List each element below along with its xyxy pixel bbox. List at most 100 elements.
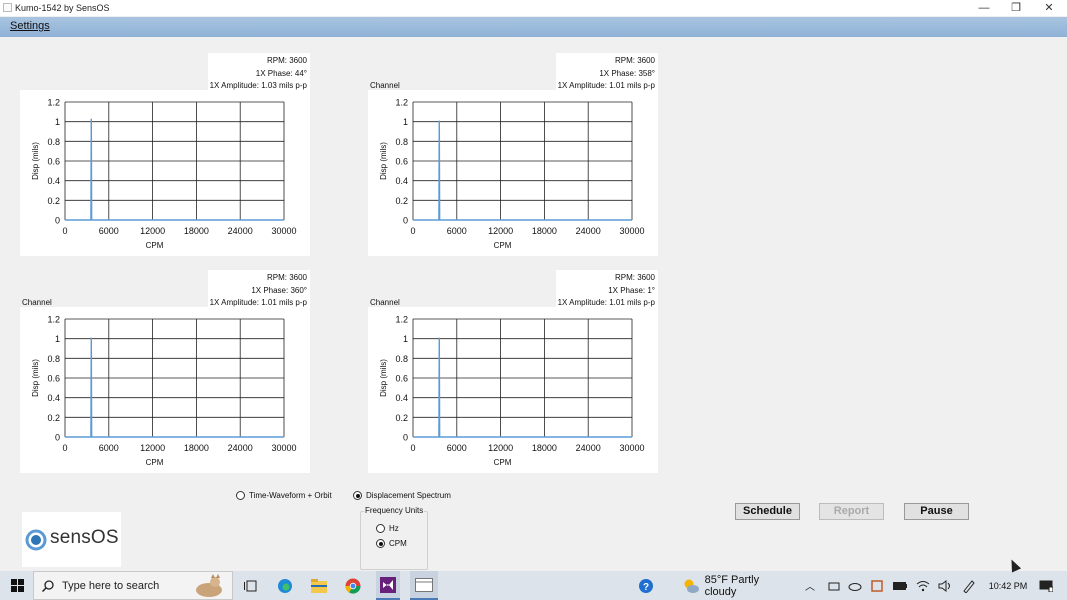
weather-widget[interactable]: 85°F Partly cloudy	[682, 571, 792, 600]
y-tick-label: 0.6	[395, 374, 408, 384]
help-tray-button[interactable]: ?	[636, 571, 656, 600]
y-tick-label: 0.6	[47, 157, 60, 167]
radio-indicator[interactable]	[376, 524, 385, 533]
taskbar-search-box[interactable]: Type here to search	[33, 571, 233, 600]
x-tick-label: 6000	[99, 443, 119, 453]
clock[interactable]: 10:42 PM	[986, 571, 1030, 600]
x-tick-label: 12000	[140, 443, 165, 453]
search-placeholder: Type here to search	[62, 580, 160, 592]
chevron-up-icon[interactable]: ︿	[803, 571, 817, 600]
spectrum-series-line	[413, 337, 632, 438]
task-view-icon	[244, 580, 257, 591]
y-tick-label: 0.8	[47, 137, 60, 147]
close-button[interactable]: ✕	[1034, 0, 1064, 16]
channel-4-readout: RPM: 3600 1X Phase: 1° 1X Amplitude: 1.0…	[556, 270, 658, 308]
file-explorer-taskbar-button[interactable]	[309, 571, 329, 600]
spectrum-plot-1: 0 0.2 0.4 0.6 0.8 1 1.2 0 6000 12000 18000 24000 300…	[31, 98, 297, 251]
x-tick-label: 0	[62, 443, 67, 453]
restore-button[interactable]: ❐	[1001, 0, 1031, 16]
y-tick-label: 1.2	[395, 315, 408, 325]
x-tick-label: 30000	[619, 443, 644, 453]
radio-time-waveform[interactable]: Time-Waveform + Orbit	[236, 491, 332, 500]
x-tick-label: 24000	[228, 443, 253, 453]
y-tick-label: 0.2	[47, 413, 60, 423]
x-tick-label: 18000	[532, 443, 557, 453]
radio-indicator[interactable]	[353, 491, 362, 500]
y-tick-label: 1	[55, 117, 60, 127]
kumo-app-taskbar-button[interactable]	[410, 571, 438, 600]
y-tick-label: 1	[403, 334, 408, 344]
y-tick-label: 0	[403, 216, 408, 226]
y-tick-label: 1.2	[47, 98, 60, 108]
pen-icon[interactable]	[960, 571, 978, 600]
weather-text: 85°F Partly cloudy	[704, 573, 760, 598]
x-tick-label: 24000	[576, 443, 601, 453]
volume-icon[interactable]	[936, 571, 954, 600]
spectrum-series-line	[65, 118, 284, 221]
x-tick-label: 0	[62, 226, 67, 236]
battery-icon[interactable]	[891, 571, 909, 600]
onedrive-icon[interactable]	[847, 571, 863, 600]
channel-1-readout: RPM: 3600 1X Phase: 44° 1X Amplitude: 1.…	[208, 53, 310, 91]
chrome-taskbar-button[interactable]	[343, 571, 363, 600]
y-tick-label: 0.4	[395, 176, 408, 186]
phase-readout: 1X Phase: 1°	[608, 285, 655, 295]
rpm-readout: RPM: 3600	[266, 56, 307, 65]
x-tick-label: 24000	[576, 226, 601, 236]
x-tick-label: 30000	[271, 226, 296, 236]
y-axis-label: Disp (mils)	[379, 142, 388, 180]
spectrum-chart-4: 0 0.2 0.4 0.6 0.8 1 1.2 0 6000 12000 18000 24000 300…	[368, 307, 658, 473]
spectrum-chart-1: 0 0.2 0.4 0.6 0.8 1 1.2 0 6000 12000 18000 24000 300…	[20, 90, 310, 256]
pause-button[interactable]: Pause	[904, 503, 969, 520]
notifications-icon[interactable]	[1036, 571, 1056, 600]
minimize-button[interactable]: —	[969, 0, 999, 16]
start-button[interactable]	[6, 571, 28, 600]
x-axis-label: CPM	[494, 458, 512, 467]
task-view-button[interactable]	[241, 571, 261, 600]
radio-indicator[interactable]	[376, 539, 385, 548]
windows-icon	[10, 579, 24, 592]
menu-settings[interactable]: Settings	[10, 20, 50, 32]
visual-studio-taskbar-button[interactable]	[376, 571, 400, 600]
app-window-icon	[415, 577, 433, 592]
report-button[interactable]: Report	[819, 503, 884, 520]
spectrum-series-line	[413, 120, 632, 221]
rpm-readout: RPM: 3600	[614, 56, 655, 65]
radio-displacement-spectrum[interactable]: Displacement Spectrum	[353, 491, 451, 500]
radio-indicator[interactable]	[236, 491, 245, 500]
search-highlight-icon	[196, 574, 222, 597]
sensos-logo: sensOS	[22, 512, 121, 567]
y-tick-label: 0.2	[395, 196, 408, 206]
wifi-icon[interactable]	[914, 571, 932, 600]
channel-2-readout: RPM: 3600 1X Phase: 358° 1X Amplitude: 1…	[556, 53, 658, 91]
partly-cloudy-icon	[684, 579, 699, 593]
radio-hz[interactable]: Hz	[376, 524, 399, 533]
taskbar: Type here to search ? 85°F Partly cloudy…	[0, 571, 1067, 600]
spectrum-chart-3: 0 0.2 0.4 0.6 0.8 1 1.2 0 6000 12000 18000 24000 300…	[20, 307, 310, 473]
x-tick-label: 18000	[184, 226, 209, 236]
x-tick-label: 0	[410, 226, 415, 236]
x-tick-label: 12000	[488, 443, 513, 453]
spectrum-series-line	[65, 337, 284, 438]
schedule-button[interactable]: Schedule	[735, 503, 800, 520]
y-tick-label: 0	[55, 433, 60, 443]
radio-cpm[interactable]: CPM	[376, 539, 407, 548]
x-axis-label: CPM	[146, 241, 164, 250]
y-tick-label: 1	[403, 117, 408, 127]
y-tick-label: 0.8	[395, 137, 408, 147]
menu-bar: Settings	[0, 17, 1067, 37]
x-tick-label: 12000	[140, 226, 165, 236]
meet-now-icon[interactable]	[826, 571, 842, 600]
x-tick-label: 6000	[447, 443, 467, 453]
sensos-logo-icon	[25, 529, 47, 551]
rpm-readout: RPM: 3600	[266, 273, 307, 282]
tray-app-icon[interactable]	[869, 571, 885, 600]
y-tick-label: 0.2	[395, 413, 408, 423]
edge-taskbar-button[interactable]	[275, 571, 295, 600]
svg-text:?: ?	[643, 582, 649, 593]
radio-label: Time-Waveform + Orbit	[249, 491, 332, 500]
x-tick-label: 18000	[532, 226, 557, 236]
search-icon	[42, 580, 54, 592]
help-icon: ?	[639, 578, 653, 593]
channel-3-readout: RPM: 3600 1X Phase: 360° 1X Amplitude: 1…	[208, 270, 310, 308]
